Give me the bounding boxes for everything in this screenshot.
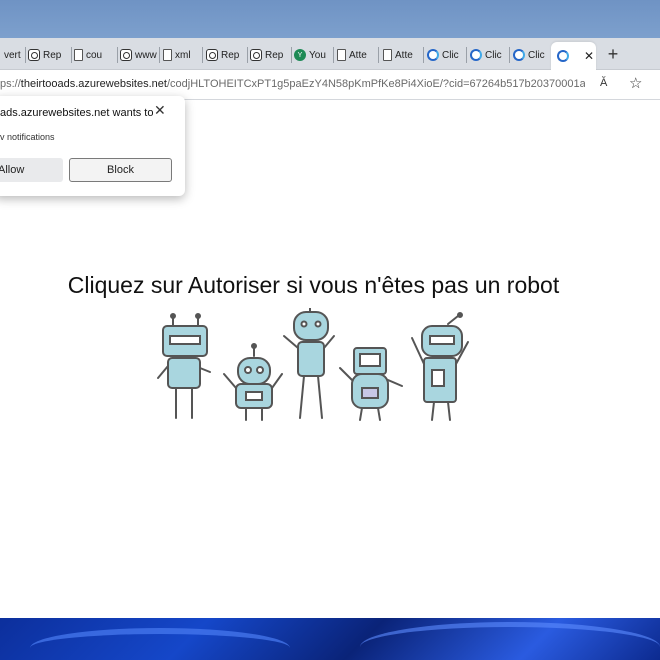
page-icon [383, 49, 392, 61]
tab[interactable]: cou [74, 44, 118, 66]
tab-label: vert [4, 49, 21, 61]
edge-icon [557, 50, 569, 62]
robot-2 [223, 343, 283, 421]
tab-label: Rep [265, 49, 284, 61]
tab[interactable]: Rep [28, 44, 72, 66]
page-icon [74, 49, 83, 61]
url-path: /codjHLTOHEITCxPT1g5paEzY4N58pKmPfKe8Pi4… [166, 78, 585, 90]
robot-5 [411, 312, 469, 421]
browser-window: vert Rep cou www xml Rep Rep Y You Atte … [0, 38, 660, 618]
block-button[interactable]: Block [69, 158, 172, 182]
page-icon [163, 49, 172, 61]
tab-label: Clic [442, 49, 459, 61]
document-icon [28, 49, 40, 61]
favorite-star-icon[interactable]: ☆ [629, 74, 642, 92]
tab[interactable]: Clic [513, 44, 551, 66]
document-icon [206, 49, 218, 61]
allow-button[interactable]: Allow [0, 158, 63, 182]
notification-description: v notifications [0, 132, 55, 142]
tab[interactable]: xml [163, 44, 203, 66]
tab[interactable]: Clic [470, 44, 510, 66]
read-aloud-icon[interactable]: Ă [600, 77, 607, 89]
tab-strip: vert Rep cou www xml Rep Rep Y You Atte … [0, 38, 660, 70]
tab-label: Rep [221, 49, 240, 61]
robots-illustration [157, 308, 469, 421]
url-prefix: ps:// [0, 78, 21, 90]
tab[interactable]: www [120, 44, 160, 66]
tab[interactable]: Atte [337, 44, 379, 66]
desktop-background-top [0, 0, 660, 38]
wallpaper-wave [360, 622, 660, 660]
tab[interactable]: Clic [427, 44, 467, 66]
wallpaper-wave [30, 628, 290, 660]
robot-1 [157, 313, 211, 419]
page-icon [337, 49, 346, 61]
page-headline: Cliquez sur Autoriser si vous n'êtes pas… [67, 272, 560, 298]
document-icon [120, 49, 132, 61]
edge-icon [513, 49, 525, 61]
robot-4 [339, 347, 403, 421]
tab[interactable]: Rep [250, 44, 292, 66]
new-tab-button[interactable]: + [604, 44, 622, 64]
tab[interactable]: vert [0, 44, 26, 66]
url-field[interactable]: ps://theirtooads.azurewebsites.net/codjH… [0, 78, 585, 90]
edge-icon [470, 49, 482, 61]
close-icon[interactable]: ✕ [154, 102, 166, 119]
green-circle-icon: Y [294, 49, 306, 61]
url-host: theirtooads.azurewebsites.net [20, 78, 167, 90]
robot-3 [283, 308, 335, 419]
desktop-wallpaper [0, 618, 660, 660]
tab-label: xml [175, 49, 191, 61]
tab-label: Clic [528, 49, 545, 61]
tab[interactable]: Y You [294, 44, 334, 66]
tab-label: Clic [485, 49, 502, 61]
tab-label: cou [86, 49, 103, 61]
edge-icon [427, 49, 439, 61]
tab-label: www [135, 49, 157, 61]
tab-label: Atte [349, 49, 367, 61]
notification-title: ads.azurewebsites.net wants to [0, 107, 154, 119]
tab-label: Atte [395, 49, 413, 61]
close-tab-icon[interactable]: ✕ [584, 49, 594, 63]
tab[interactable]: Atte [383, 44, 424, 66]
tab-active[interactable]: ✕ [551, 42, 596, 70]
tab-label: You [309, 49, 326, 61]
tab-label: Rep [43, 49, 62, 61]
tab[interactable]: Rep [206, 44, 248, 66]
document-icon [250, 49, 262, 61]
notification-permission-popup: ads.azurewebsites.net wants to ✕ v notif… [0, 96, 185, 196]
